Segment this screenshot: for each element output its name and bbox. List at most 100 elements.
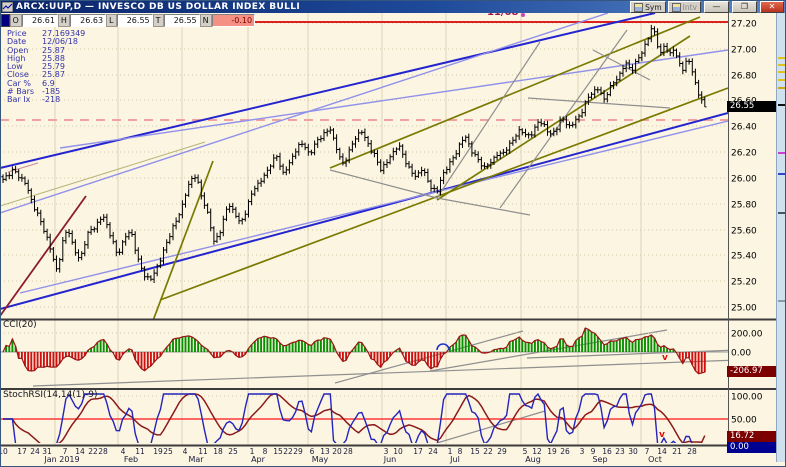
svg-text:10: 10 (0, 447, 8, 456)
svg-text:Jan 2019: Jan 2019 (43, 455, 79, 464)
svg-text:22: 22 (483, 447, 493, 456)
svg-text:25.60: 25.60 (731, 227, 757, 237)
svg-text:20: 20 (332, 447, 342, 456)
quote-l-value: 26.55 (117, 14, 153, 27)
minimize-icon: — (713, 2, 721, 11)
scroll-strip-mark (778, 152, 785, 154)
intv-button[interactable]: Intv (668, 1, 701, 13)
close-icon: ✕ (769, 2, 776, 11)
svg-text:30: 30 (628, 447, 638, 456)
quote-h-label: H (58, 14, 70, 27)
scroll-strip-mark (778, 57, 785, 59)
cci-panel-label: CCI(20) (3, 320, 37, 330)
svg-text:28: 28 (98, 447, 108, 456)
svg-text:19: 19 (153, 447, 163, 456)
scroll-strip-mark (778, 64, 785, 66)
reversal-marker: v (662, 353, 668, 363)
svg-text:17: 17 (413, 447, 423, 456)
scroll-strip-mark (778, 173, 785, 175)
svg-text:29: 29 (293, 447, 303, 456)
svg-text:25: 25 (228, 447, 238, 456)
dot-marker (521, 13, 525, 17)
quote-o-value: 26.61 (22, 14, 58, 27)
qcharts-window: { "window": { "title": "ARCX:UUP,D — INV… (0, 0, 786, 467)
scroll-strip-mark (778, 300, 785, 302)
data-window-label: Bar Ix (7, 96, 42, 104)
quote-h-value: 26.63 (70, 14, 106, 27)
window-titlebar: ARCX:UUP,D — INVESCO DB US DOLLAR INDEX … (0, 0, 786, 13)
sym-button-label: Sym (645, 3, 662, 12)
reversal-marker: v (659, 430, 665, 440)
stochrsi-k-value-box: 0.00 (727, 442, 776, 453)
close-button[interactable]: ✕ (760, 1, 784, 13)
data-window: Price27.169349Date12/06/18Open25.87High2… (7, 30, 85, 105)
quote-flag (1, 14, 10, 27)
svg-text:Jun: Jun (383, 455, 397, 464)
svg-text:26.40: 26.40 (731, 123, 757, 133)
scroll-strip-mark (778, 87, 785, 89)
svg-text:19: 19 (547, 447, 557, 456)
scroll-strip-mark (778, 71, 785, 73)
scroll-strip-mark (778, 104, 785, 106)
svg-text:25.80: 25.80 (731, 201, 757, 211)
cci-value-box: -206.97 (727, 366, 776, 377)
svg-text:3: 3 (580, 447, 585, 456)
data-window-row: Bar Ix-218 (7, 96, 85, 104)
intv-button-label: Intv (683, 3, 697, 12)
quote-t-value: 26.55 (164, 14, 200, 27)
quote-n-value: -0.10 (212, 14, 255, 27)
chart-background (0, 13, 776, 462)
svg-text:22: 22 (88, 447, 98, 456)
svg-text:15: 15 (470, 447, 480, 456)
svg-text:28: 28 (343, 447, 353, 456)
quote-o-label: O (10, 14, 22, 27)
svg-text:15: 15 (273, 447, 283, 456)
quote-strip: O26.61H26.63L26.55T26.55N-0.10 (1, 14, 255, 27)
app-icon (2, 2, 13, 12)
current-price-box: 26.55 (727, 101, 776, 112)
data-window-value: -218 (42, 95, 60, 104)
svg-text:28: 28 (687, 447, 697, 456)
quote-n-label: N (200, 14, 212, 27)
svg-text:25.00: 25.00 (731, 304, 757, 314)
svg-text:24: 24 (30, 447, 40, 456)
svg-text:4: 4 (183, 447, 188, 456)
svg-text:17: 17 (17, 447, 27, 456)
svg-text:29: 29 (497, 447, 507, 456)
chart-canvas[interactable]: vv27.2027.0026.8026.6026.4026.2026.0025.… (0, 0, 786, 467)
maximize-button[interactable]: ❐ (732, 1, 757, 13)
svg-text:Aug: Aug (525, 455, 541, 464)
svg-text:0.00: 0.00 (731, 349, 751, 359)
svg-text:22: 22 (283, 447, 293, 456)
scroll-strip-mark (778, 79, 785, 81)
symbol-chart-icon (634, 3, 643, 12)
svg-text:25.40: 25.40 (731, 252, 757, 262)
annotation-scroll-strip[interactable] (776, 13, 786, 462)
svg-text:27.00: 27.00 (731, 46, 757, 56)
scroll-strip-mark (778, 212, 785, 214)
svg-text:18: 18 (213, 447, 223, 456)
maximize-icon: ❐ (741, 2, 748, 11)
svg-text:26.20: 26.20 (731, 149, 757, 159)
interval-chart-icon (672, 3, 681, 12)
svg-text:Jul: Jul (449, 455, 460, 464)
svg-text:26.80: 26.80 (731, 72, 757, 82)
svg-text:27.20: 27.20 (731, 20, 757, 30)
sym-button[interactable]: Sym (630, 1, 666, 13)
minimize-button[interactable]: — (704, 1, 729, 13)
svg-text:24: 24 (428, 447, 438, 456)
svg-text:23: 23 (615, 447, 625, 456)
svg-text:100.00: 100.00 (731, 393, 763, 403)
stochrsi-panel-label: StochRSI(14,14(1)-9) (3, 390, 98, 400)
titlebar-buttons: Sym Intv — ❐ ✕ (630, 1, 784, 13)
svg-text:26: 26 (560, 447, 570, 456)
svg-text:Feb: Feb (124, 455, 138, 464)
svg-text:50.00: 50.00 (731, 416, 757, 426)
quote-l-label: L (106, 14, 116, 27)
svg-text:Mar: Mar (188, 455, 204, 464)
window-title: ARCX:UUP,D — INVESCO DB US DOLLAR INDEX … (16, 2, 300, 12)
svg-text:25: 25 (163, 447, 173, 456)
stochrsi-d-value-box: 16.72 (727, 431, 776, 442)
svg-text:26.00: 26.00 (731, 175, 757, 185)
svg-text:Oct: Oct (648, 455, 662, 464)
